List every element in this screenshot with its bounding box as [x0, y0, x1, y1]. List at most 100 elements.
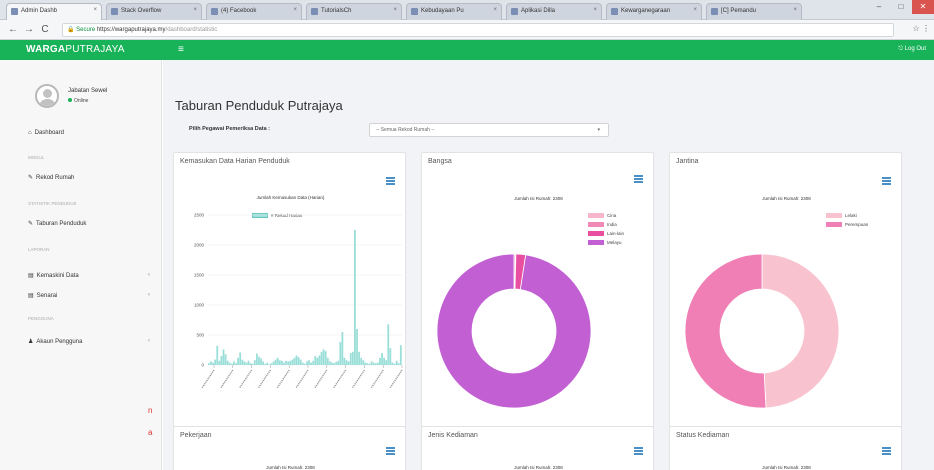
bar	[318, 355, 321, 365]
close-tab-icon[interactable]: ×	[493, 7, 497, 13]
url-path: /dashboard/statistic	[165, 27, 218, 33]
bar	[385, 360, 388, 365]
y-tick-label: 1500	[194, 273, 205, 278]
browser-tab[interactable]: Admin Dashb ×	[6, 3, 102, 20]
bar	[299, 359, 302, 365]
bar	[245, 362, 248, 365]
tab-label: (4) Facebook	[221, 8, 257, 14]
sidebar-section-heading: STATISTIK PENDUDUK	[28, 201, 77, 206]
brand-logo[interactable]: WARGAPUTRAJAYA	[26, 44, 125, 55]
bar	[303, 363, 306, 365]
browser-tab[interactable]: (4) Facebook ×	[206, 3, 302, 20]
bar	[241, 359, 244, 365]
sidebar-item[interactable]: ▤ Kemaskini Data ‹	[28, 272, 150, 279]
x-tick-label	[276, 369, 290, 389]
brand-bold: WARGA	[26, 44, 66, 55]
bar	[293, 357, 296, 365]
card-status-kediaman: Status Kediaman Jumlah Isi Rumah: 2308	[669, 426, 902, 470]
lock-icon: 🔒	[67, 27, 75, 33]
avatar	[35, 84, 59, 108]
sidebar-item-label: Senarai	[36, 293, 58, 299]
bar	[226, 360, 229, 365]
sidebar-item[interactable]: ✎ Taburan Penduduk	[28, 220, 86, 227]
bar	[233, 361, 235, 365]
url-input[interactable]: 🔒 Secure https://wargaputrajaya.my/dashb…	[62, 23, 894, 37]
favicon-icon	[611, 8, 618, 15]
chart-title: Jumlah Isi Rumah: 2308	[762, 465, 811, 470]
bookmark-menu-icons[interactable]: ☆ ⋮	[913, 24, 930, 33]
sidebar-item[interactable]: ▤ Senarai ‹	[28, 292, 150, 299]
back-button[interactable]: ←	[6, 23, 20, 37]
bar	[258, 356, 260, 365]
bar	[210, 361, 212, 365]
close-tab-icon[interactable]: ×	[293, 7, 297, 13]
bar	[337, 360, 340, 365]
x-tick-label	[314, 369, 328, 389]
bar	[351, 351, 354, 365]
card-jantina: Jantina Jumlah Isi Rumah: 2308 Lelaki Per…	[669, 152, 902, 470]
favicon-icon	[411, 8, 418, 15]
close-window-button[interactable]: ✕	[912, 0, 934, 14]
sidebar-item[interactable]: ♟ Akaun Pengguna ‹	[28, 338, 150, 345]
bar	[345, 360, 348, 365]
sidebar-item[interactable]: ⌂ Dashboard	[28, 130, 64, 136]
close-tab-icon[interactable]: ×	[393, 7, 397, 13]
sidebar-item-label: Taburan Penduduk	[36, 221, 87, 227]
chart-menu-icon[interactable]	[634, 447, 643, 455]
bar	[283, 362, 285, 365]
browser-tab[interactable]: Aplikasi Dilla ×	[506, 3, 602, 20]
y-tick-label: 1000	[194, 303, 205, 308]
minimize-button[interactable]: –	[868, 0, 890, 14]
chart-menu-icon[interactable]	[882, 447, 891, 455]
close-tab-icon[interactable]: ×	[93, 7, 97, 13]
hamburger-menu-icon[interactable]: ≡	[178, 44, 184, 55]
browser-tab[interactable]: [C] Pemandu ×	[706, 3, 802, 20]
sidebar-item[interactable]: ✎ Rekod Rumah	[28, 174, 74, 181]
bar	[372, 362, 375, 365]
close-tab-icon[interactable]: ×	[593, 7, 597, 13]
browser-tab[interactable]: Kewarganegaraan ×	[606, 3, 702, 20]
bar	[326, 357, 329, 365]
sidebar-item-label: Akaun Pengguna	[36, 339, 83, 345]
browser-tab[interactable]: TutorialsCh ×	[306, 3, 402, 20]
chart-menu-icon[interactable]	[386, 447, 395, 455]
favicon-icon	[511, 8, 518, 15]
chevron-down-icon: ▾	[597, 127, 600, 133]
user-name: Jabatan Sewel	[68, 88, 108, 94]
bar	[393, 363, 396, 365]
officer-filter-select[interactable]: -- Semua Rekod Rumah -- ▾	[369, 123, 609, 137]
reload-button[interactable]: C	[38, 23, 52, 37]
tab-label: [C] Pemandu	[721, 8, 757, 14]
bar	[281, 360, 283, 365]
browser-tab[interactable]: Kebudayaan Pu ×	[406, 3, 502, 20]
x-tick-label	[257, 369, 271, 389]
close-tab-icon[interactable]: ×	[193, 7, 197, 13]
donut-slice	[684, 253, 767, 409]
forward-button[interactable]: →	[22, 23, 36, 37]
x-tick-label	[239, 369, 253, 389]
sidebar-section-heading: MODUL	[28, 155, 45, 160]
tab-label: Stack Overflow	[121, 8, 162, 14]
chevron-left-icon: ‹	[148, 338, 150, 344]
x-tick-label	[351, 369, 365, 389]
logout-link[interactable]: ⎋ Log Out	[898, 46, 926, 53]
bar	[360, 357, 363, 365]
bar	[362, 360, 365, 365]
x-tick-label	[389, 369, 403, 389]
favicon-icon	[311, 8, 318, 15]
bar	[395, 360, 398, 365]
close-tab-icon[interactable]: ×	[693, 7, 697, 13]
donut-slice	[761, 253, 840, 409]
bar	[222, 349, 225, 365]
page-title: Taburan Penduduk Putrajaya	[175, 98, 343, 113]
y-tick-label: 2500	[194, 213, 205, 218]
bar	[358, 351, 360, 365]
x-tick-label	[333, 369, 347, 389]
bar	[255, 353, 258, 365]
browser-tab[interactable]: Stack Overflow ×	[106, 3, 202, 20]
x-tick-label	[201, 369, 215, 389]
bar	[295, 355, 298, 365]
close-tab-icon[interactable]: ×	[793, 7, 797, 13]
maximize-button[interactable]: □	[890, 0, 912, 14]
bar	[208, 363, 210, 365]
